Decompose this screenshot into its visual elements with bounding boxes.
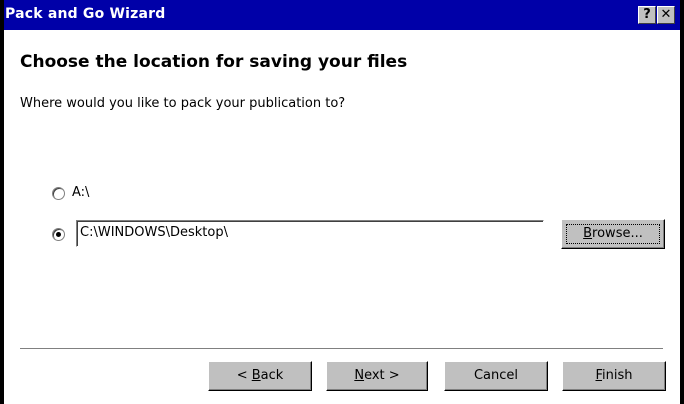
finish-label-post: inish [602, 368, 633, 383]
next-label-post: ext > [364, 368, 400, 383]
option-floppy-label: A:\ [72, 185, 90, 200]
back-label-pre: < [236, 368, 252, 383]
help-button[interactable]: ? [638, 6, 656, 24]
next-mnemonic: N [354, 368, 365, 383]
title-bar[interactable]: Pack and Go Wizard ? ✕ [0, 0, 684, 30]
button-separator [20, 348, 663, 350]
back-button[interactable]: < Back [208, 361, 312, 391]
back-label-post: ack [260, 368, 284, 383]
finish-button[interactable]: Finish [562, 361, 666, 391]
close-icon: ✕ [660, 7, 672, 22]
back-mnemonic: B [251, 368, 261, 383]
close-button[interactable]: ✕ [657, 6, 675, 24]
cancel-button[interactable]: Cancel [444, 361, 548, 391]
browse-button[interactable]: Browse... [561, 219, 665, 249]
radio-path[interactable] [52, 228, 65, 241]
pack-and-go-wizard-window: Pack and Go Wizard ? ✕ Choose the locati… [0, 0, 684, 404]
browse-mnemonic: B [583, 226, 593, 241]
page-question: Where would you like to pack your public… [20, 96, 346, 111]
window-title: Pack and Go Wizard [5, 6, 166, 22]
window-frame-left [0, 0, 4, 404]
radio-selected-dot [56, 232, 61, 237]
question-mark-icon: ? [643, 7, 651, 22]
focus-rectangle: Browse... [566, 224, 660, 244]
browse-label-post: rowse... [592, 226, 643, 241]
path-input[interactable]: C:\WINDOWS\Desktop\ [76, 220, 544, 247]
page-heading: Choose the location for saving your file… [20, 52, 408, 72]
next-button[interactable]: Next > [326, 361, 428, 391]
window-frame-right [680, 0, 684, 404]
radio-floppy[interactable] [52, 187, 65, 200]
